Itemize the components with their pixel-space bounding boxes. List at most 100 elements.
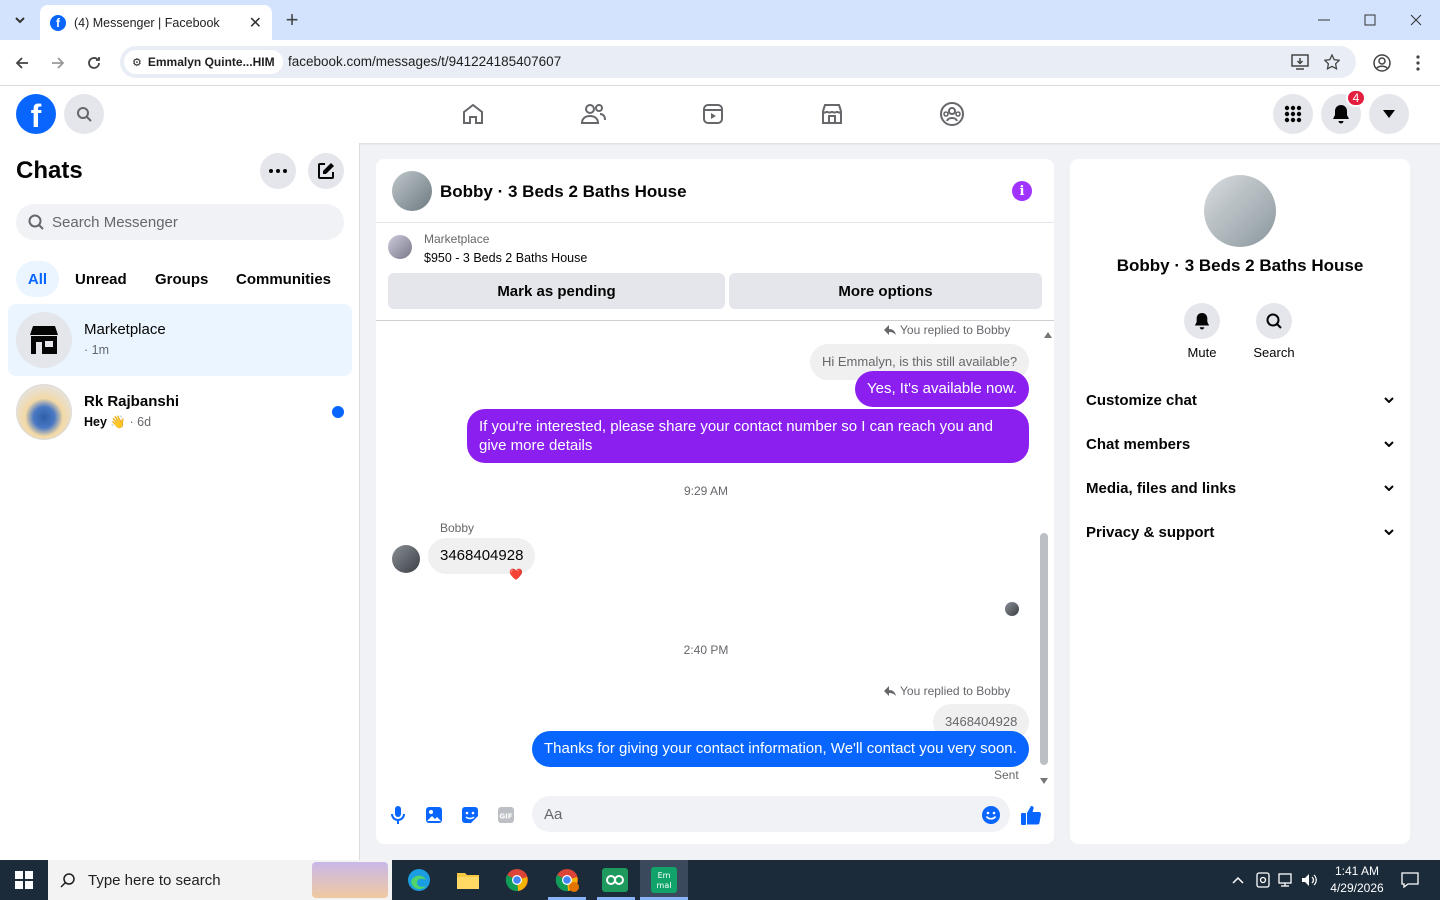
outgoing-message[interactable]: If you're interested, please share your … — [467, 409, 1029, 463]
more-options-button[interactable]: More options — [729, 273, 1042, 309]
clock-date: 4/29/2026 — [1330, 881, 1384, 895]
like-thumb-icon[interactable] — [1020, 804, 1042, 826]
microphone-icon[interactable] — [387, 804, 409, 826]
tray-overflow-icon[interactable] — [1226, 864, 1250, 896]
photo-icon[interactable] — [423, 804, 445, 826]
message-input[interactable]: Aa — [532, 796, 1010, 832]
wave-emoji: 👋 — [110, 415, 126, 429]
conversation-title[interactable]: Bobby · 3 Beds 2 Baths House — [440, 182, 687, 202]
conversation-panel: Bobby · 3 Beds 2 Baths House i Marketpla… — [376, 159, 1054, 844]
scroll-down-icon[interactable] — [1040, 771, 1048, 789]
taskbar-clock[interactable]: 1:41 AM 4/29/2026 — [1322, 863, 1392, 897]
messenger-app-icon[interactable] — [599, 864, 631, 896]
marketplace-icon[interactable] — [818, 100, 846, 128]
emoji-icon[interactable] — [980, 804, 1002, 826]
menu-grid-button[interactable] — [1273, 94, 1313, 134]
rk-rajbanshi-avatar — [16, 384, 72, 440]
filter-all[interactable]: All — [16, 261, 59, 297]
tray-app-icon[interactable] — [1252, 864, 1274, 896]
section-label: Chat members — [1086, 435, 1191, 453]
details-avatar[interactable] — [1204, 175, 1276, 247]
windows-taskbar: Type here to search Em mal 1:41 AM 4/29/2… — [0, 860, 1440, 900]
filter-communities[interactable]: Communities — [228, 261, 339, 297]
section-privacy-support[interactable]: Privacy & support — [1086, 510, 1394, 554]
bell-icon — [1184, 303, 1220, 339]
windows-start-icon[interactable] — [8, 864, 40, 896]
conversation-avatar[interactable] — [392, 171, 432, 211]
video-icon[interactable] — [699, 100, 727, 128]
facebook-logo-icon[interactable]: f — [16, 94, 56, 134]
listing-thumbnail[interactable] — [388, 235, 412, 259]
chrome-profile-icon[interactable] — [551, 864, 583, 896]
fb-search-button[interactable] — [64, 94, 104, 134]
conversation-scrollbar[interactable] — [1040, 533, 1048, 765]
minimize-icon[interactable] — [1312, 8, 1336, 32]
reply-label: You replied to Bobby — [900, 323, 1011, 337]
network-icon[interactable] — [1276, 864, 1298, 896]
chevron-down-icon — [1384, 441, 1394, 447]
new-message-button[interactable] — [308, 153, 344, 189]
site-info-chip[interactable]: ⚙ Emmalyn Quinte...HIM — [124, 50, 283, 74]
listing-title[interactable]: $950 - 3 Beds 2 Baths House — [424, 251, 587, 265]
filter-unread[interactable]: Unread — [67, 261, 135, 297]
taskbar-search-input[interactable]: Type here to search — [48, 860, 392, 900]
sticker-icon[interactable] — [459, 804, 481, 826]
chat-item-marketplace[interactable]: Marketplace · 1m — [8, 304, 352, 376]
outgoing-message[interactable]: Yes, It's available now. — [855, 371, 1029, 407]
search-action[interactable]: Search — [1238, 303, 1310, 360]
search-label: Search — [1253, 345, 1295, 360]
info-icon[interactable]: i — [1012, 181, 1032, 201]
notifications-badge: 4 — [1346, 89, 1366, 107]
sender-avatar[interactable] — [392, 545, 420, 573]
search-messenger-input[interactable]: Search Messenger — [16, 204, 344, 240]
browser-tab[interactable]: f (4) Messenger | Facebook ✕ — [40, 5, 272, 40]
install-app-icon[interactable] — [1288, 50, 1312, 74]
volume-icon[interactable] — [1299, 864, 1321, 896]
new-tab-icon[interactable]: + — [280, 7, 304, 32]
chrome-icon[interactable] — [501, 864, 533, 896]
back-icon[interactable] — [10, 51, 34, 75]
friends-icon[interactable] — [579, 100, 607, 128]
chats-options-button[interactable] — [260, 153, 296, 189]
taskbar-search-placeholder: Type here to search — [88, 871, 221, 889]
home-icon[interactable] — [459, 100, 487, 128]
tab-close-icon[interactable]: ✕ — [249, 13, 262, 33]
tab-title: (4) Messenger | Facebook — [74, 15, 220, 30]
emmal-app-icon[interactable]: Em mal — [640, 860, 688, 900]
section-chat-members[interactable]: Chat members — [1086, 422, 1394, 466]
forward-icon[interactable] — [46, 51, 70, 75]
section-customize-chat[interactable]: Customize chat — [1086, 378, 1394, 422]
mark-as-pending-button[interactable]: Mark as pending — [388, 273, 725, 309]
reply-arrow-icon — [884, 686, 896, 696]
tab-search-icon[interactable] — [8, 8, 32, 32]
address-bar[interactable]: ⚙ Emmalyn Quinte...HIM facebook.com/mess… — [120, 46, 1356, 78]
filter-groups[interactable]: Groups — [147, 261, 216, 297]
section-label: Media, files and links — [1086, 479, 1237, 497]
search-icon — [60, 873, 75, 888]
scroll-up-icon[interactable] — [1044, 325, 1052, 343]
chats-title: Chats — [16, 157, 83, 184]
marketplace-listing-card: Marketplace $950 - 3 Beds 2 Baths House … — [376, 223, 1054, 321]
marketplace-store-icon — [30, 326, 58, 354]
chat-item-rk-rajbanshi[interactable]: Rk Rajbanshi Hey 👋 · 6d — [8, 376, 352, 448]
browser-menu-icon[interactable] — [1406, 51, 1430, 75]
svg-text:mal: mal — [657, 881, 672, 890]
file-explorer-icon[interactable] — [452, 864, 484, 896]
maximize-icon[interactable] — [1358, 8, 1382, 32]
mute-action[interactable]: Mute — [1166, 303, 1238, 360]
outgoing-message[interactable]: Thanks for giving your contact informati… — [532, 731, 1029, 767]
window-close-icon[interactable] — [1404, 8, 1428, 32]
section-media-files-links[interactable]: Media, files and links — [1086, 466, 1394, 510]
gif-icon[interactable]: GIF — [495, 804, 517, 826]
edge-icon[interactable] — [403, 864, 435, 896]
listing-source: Marketplace — [424, 232, 490, 246]
url-text[interactable]: facebook.com/messages/t/941224185407607 — [288, 54, 561, 69]
profile-icon[interactable] — [1370, 51, 1394, 75]
seen-avatar — [1005, 602, 1019, 616]
heart-reaction[interactable]: ❤️ — [509, 568, 523, 581]
reload-icon[interactable] — [82, 51, 106, 75]
account-menu-button[interactable] — [1369, 94, 1409, 134]
groups-icon[interactable] — [938, 100, 966, 128]
notification-center-icon[interactable] — [1394, 864, 1426, 896]
bookmark-star-icon[interactable] — [1320, 50, 1344, 74]
